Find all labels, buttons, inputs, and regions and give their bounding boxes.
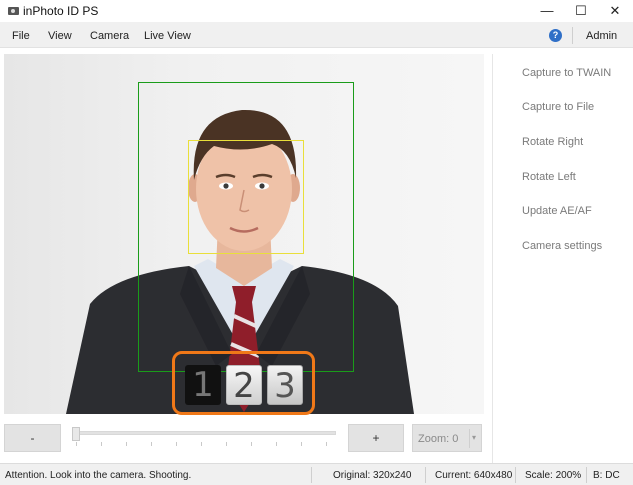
status-separator	[311, 467, 312, 483]
zoom-slider-thumb[interactable]	[72, 427, 80, 441]
countdown-digit: 2	[226, 365, 262, 406]
countdown-digit: 3	[267, 365, 303, 406]
menu-camera[interactable]: Camera	[90, 30, 129, 42]
minimize-button[interactable]: —	[530, 0, 564, 23]
countdown-digit: 1	[185, 365, 221, 405]
camera-settings-button[interactable]: Camera settings	[522, 240, 602, 252]
zoom-slider-track[interactable]	[72, 431, 336, 435]
status-original-size: Original: 320x240	[333, 470, 412, 481]
status-separator	[586, 467, 587, 483]
status-separator	[425, 467, 426, 483]
title-bar: inPhoto ID PS — ☐ ✕	[0, 0, 633, 23]
status-bar: Attention. Look into the camera. Shootin…	[0, 463, 633, 485]
menu-live-view[interactable]: Live View	[144, 30, 191, 42]
zoom-separator	[469, 429, 470, 448]
status-scale: Scale: 200%	[525, 470, 582, 481]
rotate-right-button[interactable]: Rotate Right	[522, 136, 583, 148]
action-panel: Capture to TWAIN Capture to File Rotate …	[492, 54, 633, 463]
capture-to-file-button[interactable]: Capture to File	[522, 101, 594, 113]
update-ae-af-button[interactable]: Update AE/AF	[522, 205, 592, 217]
slider-ticks	[76, 442, 334, 447]
menu-bar: File View Camera Live View ? Admin	[0, 23, 633, 48]
menu-view[interactable]: View	[48, 30, 72, 42]
menu-separator	[572, 27, 573, 44]
menu-file[interactable]: File	[12, 30, 30, 42]
countdown-overlay: 1 2 3	[172, 351, 315, 415]
rotate-left-button[interactable]: Rotate Left	[522, 171, 576, 183]
camera-app-icon	[8, 7, 19, 15]
maximize-button[interactable]: ☐	[564, 0, 598, 23]
window-title: inPhoto ID PS	[23, 4, 99, 18]
status-message: Attention. Look into the camera. Shootin…	[5, 470, 192, 481]
zoom-in-button[interactable]: +	[348, 424, 404, 452]
zoom-select[interactable]: Zoom: 0 ▾	[412, 424, 482, 452]
chevron-down-icon[interactable]: ▾	[472, 433, 476, 442]
zoom-value: Zoom: 0	[418, 433, 459, 445]
eye-frame	[188, 140, 304, 254]
capture-to-twain-button[interactable]: Capture to TWAIN	[522, 67, 611, 79]
status-current-size: Current: 640x480	[435, 470, 513, 481]
status-separator	[515, 467, 516, 483]
close-button[interactable]: ✕	[598, 0, 632, 23]
help-icon[interactable]: ?	[549, 29, 562, 42]
zoom-out-button[interactable]: -	[4, 424, 61, 452]
status-b: B: DC	[593, 470, 620, 481]
admin-button[interactable]: Admin	[586, 30, 617, 42]
